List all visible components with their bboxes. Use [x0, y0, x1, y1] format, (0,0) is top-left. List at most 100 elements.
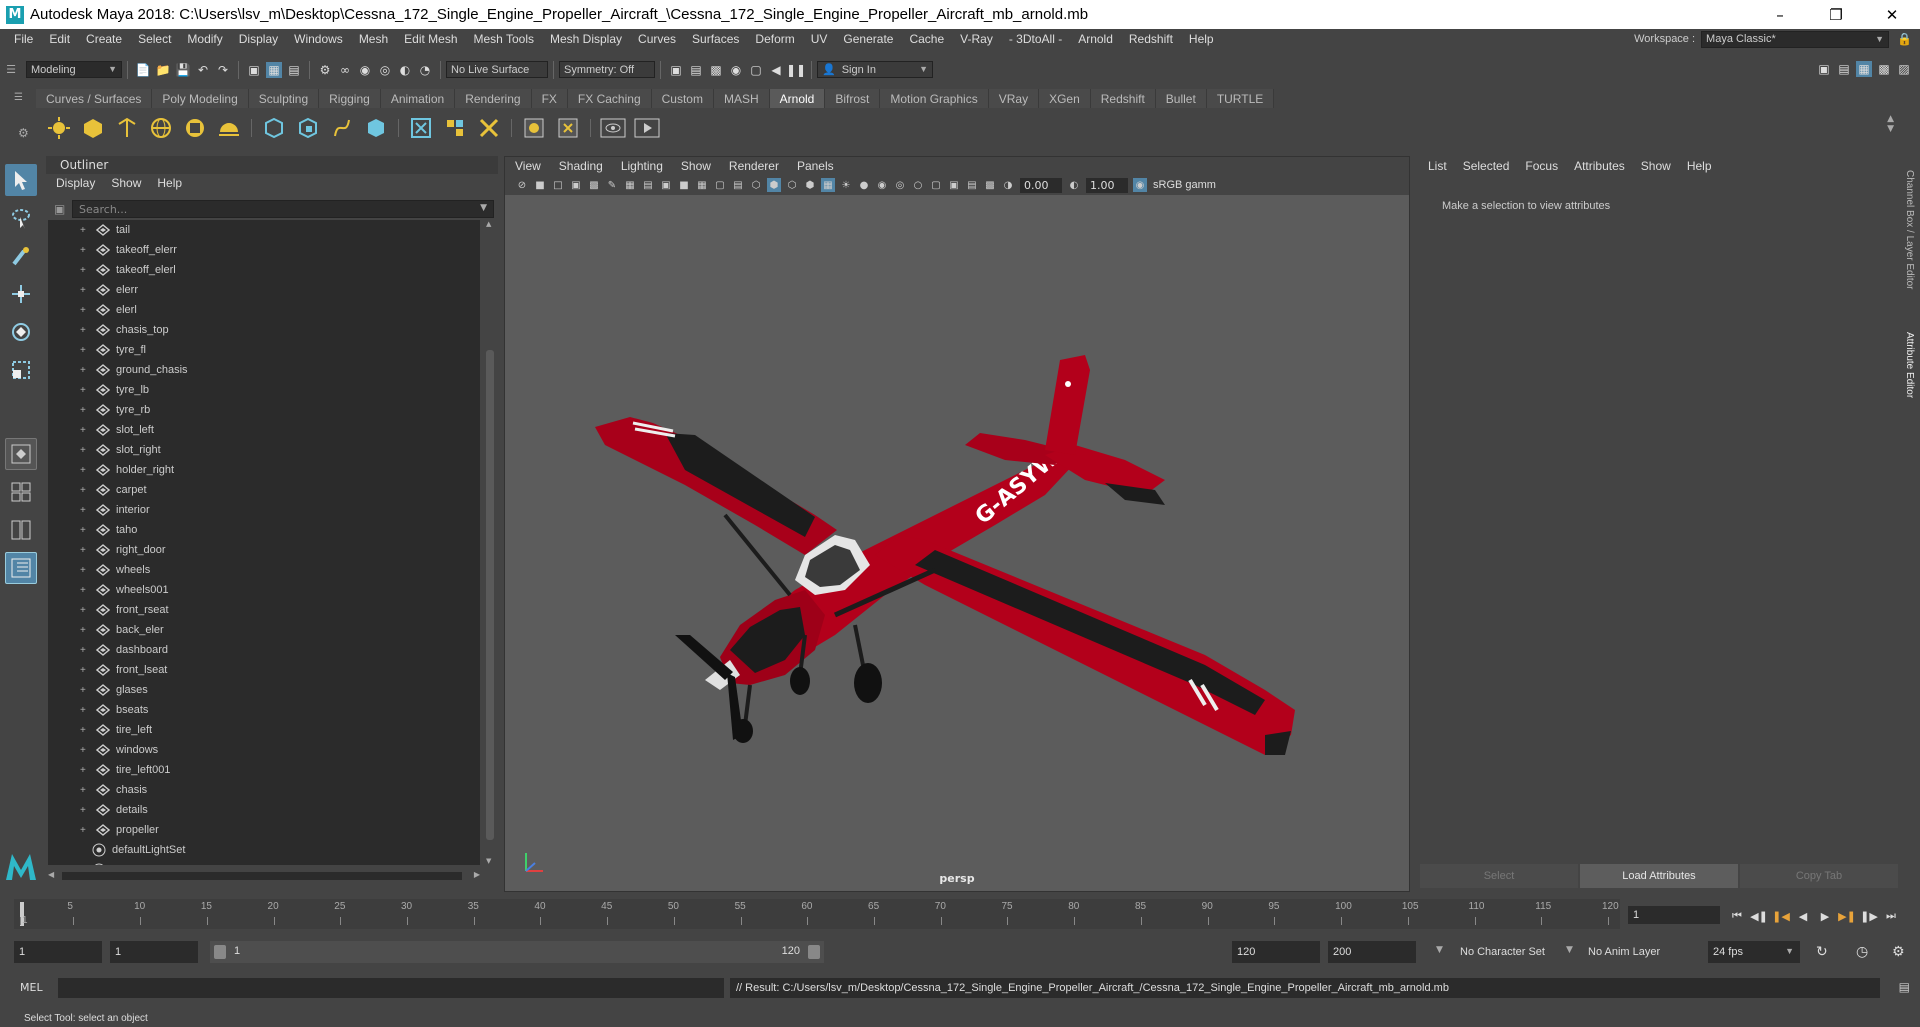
wireframe-on-shaded-icon[interactable]: ⬡ [785, 178, 799, 192]
smooth-shade-icon[interactable]: ⬢ [767, 178, 781, 192]
lasso-tool-icon[interactable] [5, 202, 37, 234]
outliner-item[interactable]: + tail [48, 220, 480, 240]
expand-icon[interactable]: + [80, 725, 90, 736]
outliner-filter-icon[interactable]: ▣ [54, 202, 65, 216]
new-scene-icon[interactable]: 📄 [135, 62, 151, 78]
expand-icon[interactable]: + [80, 425, 90, 436]
viewport-menu-view[interactable]: View [515, 159, 541, 173]
menu-3dtoall[interactable]: - 3DtoAll - [1001, 32, 1070, 46]
redo-icon[interactable]: ↷ [215, 62, 231, 78]
expand-icon[interactable]: + [80, 365, 90, 376]
shelf-tab-vray[interactable]: VRay [988, 89, 1040, 108]
use-lights-icon[interactable]: ▦ [821, 178, 835, 192]
ae-menu-selected[interactable]: Selected [1463, 159, 1510, 173]
expand-icon[interactable]: + [80, 385, 90, 396]
gamma-icon[interactable]: ◐ [1067, 178, 1081, 192]
animation-end-field[interactable]: 200 [1328, 941, 1416, 963]
safe-title-icon[interactable]: ▤ [731, 178, 745, 192]
expand-icon[interactable]: + [80, 765, 90, 776]
tool-settings-icon[interactable]: ▩ [1876, 61, 1892, 77]
fps-dropdown[interactable]: 24 fps ▼ [1708, 941, 1800, 963]
outliner-menu-display[interactable]: Display [56, 176, 95, 190]
expand-icon[interactable]: + [80, 625, 90, 636]
menu-collapse-icon[interactable]: ☰ [0, 63, 22, 76]
expand-icon[interactable]: + [80, 405, 90, 416]
play-backward-icon[interactable]: ◀ [1792, 906, 1814, 926]
ae-menu-attributes[interactable]: Attributes [1574, 159, 1625, 173]
menu-cache[interactable]: Cache [901, 32, 952, 46]
outliner-item[interactable]: + tyre_rb [48, 400, 480, 420]
snap-plane-icon[interactable]: ◔ [417, 62, 433, 78]
grease-pencil-icon[interactable]: ✎ [605, 178, 619, 192]
expand-icon[interactable]: + [80, 825, 90, 836]
outliner-layout-icon[interactable] [5, 552, 37, 584]
range-start-handle[interactable] [214, 945, 226, 959]
outliner-horizontal-scrollbar[interactable]: ◀ ▶ [48, 870, 480, 882]
outliner-item[interactable]: + slot_left [48, 420, 480, 440]
paint-select-tool-icon[interactable] [5, 240, 37, 272]
outliner-item[interactable]: + windows [48, 740, 480, 760]
outliner-item[interactable]: + takeoff_elerl [48, 260, 480, 280]
outliner-search-input[interactable]: Search... ▼ [72, 200, 494, 218]
select-camera-icon[interactable]: ⊘ [515, 178, 529, 192]
outliner-set-item[interactable]: defaultLightSet [48, 840, 480, 860]
outliner-item[interactable]: + chasis_top [48, 320, 480, 340]
lock-icon[interactable]: 🔒 [1897, 32, 1912, 46]
colorspace-label[interactable]: sRGB gamm [1153, 179, 1216, 191]
playback-end-field[interactable]: 120 [1232, 941, 1320, 963]
symmetry-dropdown[interactable]: Symmetry: Off [559, 61, 655, 78]
light-portal-icon[interactable] [182, 115, 208, 141]
exposure-field[interactable]: 0.00 [1020, 177, 1062, 193]
viewport-menu-panels[interactable]: Panels [797, 159, 834, 173]
outliner-item[interactable]: + takeoff_elerr [48, 240, 480, 260]
range-end-handle[interactable] [808, 945, 820, 959]
expand-icon[interactable]: + [80, 485, 90, 496]
time-slider[interactable]: 1 5 10 15 20 25 30 35 40 45 50 55 60 65 70 75 80 85 90 95 10… [14, 899, 1620, 929]
film-gate-icon[interactable]: ▤ [641, 178, 655, 192]
expand-icon[interactable]: + [80, 645, 90, 656]
attribute-editor-tab[interactable]: Attribute Editor [1904, 332, 1915, 398]
expand-icon[interactable]: + [80, 245, 90, 256]
mel-label[interactable]: MEL [20, 981, 43, 994]
gate-mask-icon[interactable]: ■ [677, 178, 691, 192]
snap-curve-icon[interactable]: ∞ [337, 62, 353, 78]
physical-sky-icon[interactable] [216, 115, 242, 141]
shelf-tab-rendering[interactable]: Rendering [455, 89, 532, 108]
flush-textures-icon[interactable] [442, 115, 468, 141]
shelf-tab-fx[interactable]: FX [531, 89, 568, 108]
move-tool-icon[interactable] [5, 278, 37, 310]
menu-windows[interactable]: Windows [286, 32, 351, 46]
outliner-menu-show[interactable]: Show [111, 176, 141, 190]
expand-icon[interactable]: + [80, 605, 90, 616]
exposure-icon[interactable]: ◑ [1001, 178, 1015, 192]
menuset-dropdown[interactable]: Modeling ▼ [26, 61, 122, 78]
resolution-gate-icon[interactable]: ▣ [659, 178, 673, 192]
menu-modify[interactable]: Modify [179, 32, 230, 46]
arnold-about-icon[interactable] [555, 115, 581, 141]
outliner-set-item[interactable]: defaultObjectSet [48, 860, 480, 865]
shelf-settings-icon[interactable]: ⚙ [18, 126, 29, 140]
go-to-start-icon[interactable]: ⏮ [1726, 906, 1748, 926]
photometric-light-icon[interactable] [114, 115, 140, 141]
menu-arnold[interactable]: Arnold [1070, 32, 1121, 46]
shelf-tab-sculpting[interactable]: Sculpting [248, 89, 320, 108]
snap-point-icon[interactable]: ◉ [357, 62, 373, 78]
area-light-icon[interactable] [46, 115, 72, 141]
select-object-icon[interactable]: ▦ [266, 61, 282, 78]
outliner-scroll-thumb[interactable] [486, 350, 494, 840]
render-settings-icon[interactable]: ▩ [708, 62, 724, 78]
expand-icon[interactable]: + [80, 525, 90, 536]
preferences-icon[interactable]: ⚙ [1892, 944, 1905, 960]
depth-of-field-icon[interactable]: ○ [911, 178, 925, 192]
menu-edit-mesh[interactable]: Edit Mesh [396, 32, 465, 46]
ae-copy-tab-button[interactable]: Copy Tab [1740, 864, 1898, 888]
menu-help[interactable]: Help [1181, 32, 1222, 46]
render-eye-icon[interactable] [600, 115, 626, 141]
expand-icon[interactable]: + [80, 225, 90, 236]
current-frame-field[interactable]: 1 [1628, 906, 1720, 924]
step-forward-frame-icon[interactable]: ❚▶ [1858, 906, 1880, 926]
snap-surface-icon[interactable]: ◐ [397, 62, 413, 78]
menu-uv[interactable]: UV [803, 32, 836, 46]
expand-icon[interactable]: + [80, 325, 90, 336]
step-back-key-icon[interactable]: ❚◀ [1770, 906, 1792, 926]
